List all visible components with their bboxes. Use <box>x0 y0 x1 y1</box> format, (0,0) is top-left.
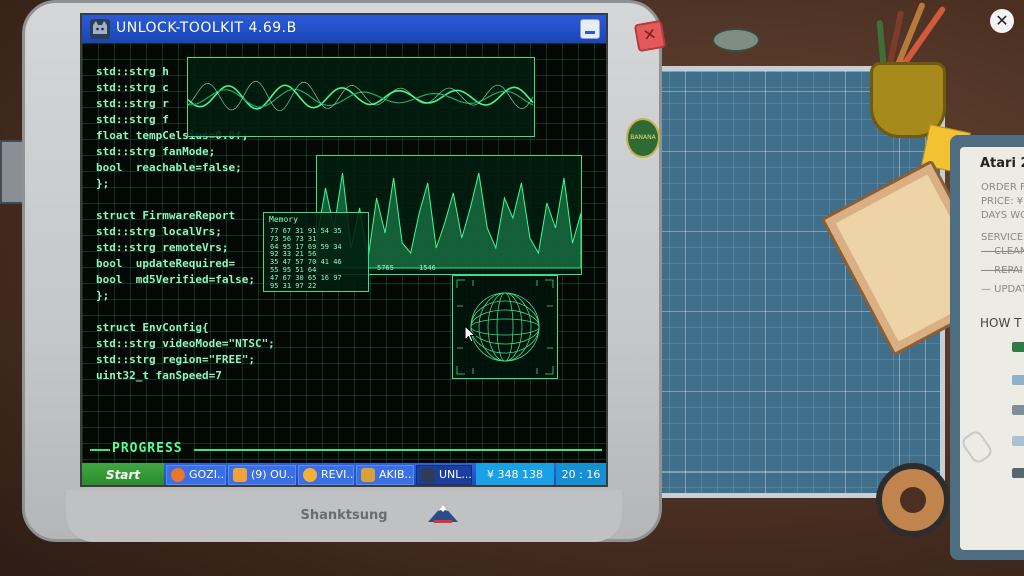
review-icon <box>303 468 317 482</box>
taskbar-item-label: AKIB... <box>379 468 414 481</box>
mouse-cursor-icon <box>464 325 476 343</box>
taskbar-item-akib[interactable]: AKIB... <box>356 465 414 485</box>
minimize-button[interactable] <box>580 19 600 39</box>
part-icon <box>1012 405 1024 415</box>
part-icon <box>1012 342 1024 352</box>
tape-roll <box>876 463 950 537</box>
code-line: uint32_t fanSpeed=7 <box>96 369 222 382</box>
code-line: std::strg h <box>96 65 169 78</box>
code-line: }; <box>96 289 110 302</box>
start-button[interactable]: Start <box>82 463 164 485</box>
taskbar-item-review[interactable]: REVI... <box>298 465 354 485</box>
console-area: std::strg hstd::strg cstd::strg rstd::st… <box>82 43 606 477</box>
mountain-logo-icon <box>428 505 458 523</box>
part-icon <box>1012 375 1024 385</box>
code-line: std::strg videoMode="NTSC"; <box>96 337 275 350</box>
memory-row: 95 31 97 22 <box>270 281 317 290</box>
order-line: SERVICE <box>981 232 1024 243</box>
memory-row: 73 56 73 31 <box>270 234 317 243</box>
graph-axis-label: 5765 <box>377 264 394 272</box>
order-line: DAYS WO <box>981 210 1024 221</box>
window-titlebar[interactable]: UNLOCK-TOOLKIT 4.69.B <box>82 15 606 43</box>
code-line: std::strg remoteVrs; <box>96 241 229 254</box>
memory-panel: Memory 77 67 31 91 54 35 73 56 73 31 64 95… <box>263 212 369 292</box>
order-task: — UPDAT <box>981 284 1024 295</box>
close-icon[interactable]: ✕ <box>990 9 1014 33</box>
part-icon <box>1012 436 1024 446</box>
order-line: ORDER F <box>981 182 1024 193</box>
trophy-icon <box>361 468 375 482</box>
memory-row: 64 95 17 69 59 34 <box>270 242 342 251</box>
code-line: std::strg c <box>96 81 169 94</box>
clock: 20 : 16 <box>556 463 606 485</box>
progress-divider <box>194 449 602 451</box>
monitor-brand: Shanktsung <box>300 508 388 523</box>
money-display: ¥ 348 138 <box>476 463 554 485</box>
code-line: std::strg region="FREE"; <box>96 353 255 366</box>
code-line: bool reachable=false; <box>96 161 242 174</box>
code-line: bool updateRequired= <box>96 257 236 270</box>
part-icon <box>1012 468 1024 478</box>
memory-row: 77 67 31 91 54 35 <box>270 227 342 235</box>
desk-knob <box>712 28 760 52</box>
code-line: }; <box>96 177 110 190</box>
code-line: std::strg r <box>96 97 169 110</box>
taskbar-item-label: UNL... <box>439 468 472 481</box>
code-line: std::strg localVrs; <box>96 225 222 238</box>
code-line: std::strg f <box>96 113 169 126</box>
cat-app-icon <box>421 468 435 482</box>
waveform-graph <box>187 80 534 112</box>
graph-axis-label: 1546 <box>419 264 436 272</box>
taskbar-item-label: GOZI... <box>189 468 226 481</box>
order-task-done: — REPAI <box>981 265 1023 276</box>
window-title: UNLOCK-TOOLKIT 4.69.B <box>116 20 297 36</box>
banana-badge: BANANA <box>626 118 660 158</box>
taskbar-item-label: REVI... <box>321 468 354 481</box>
progress-divider <box>90 449 110 451</box>
progress-label: PROGRESS <box>112 441 183 456</box>
order-howto: HOW T <box>980 316 1022 330</box>
taskbar-item-label: (9) OU... <box>251 468 296 481</box>
memory-row: 92 33 21 56 <box>270 250 317 259</box>
order-task-done: — CLEAN <box>981 246 1024 257</box>
code-line: bool md5Verified=false; <box>96 273 255 286</box>
waveform-panel <box>187 57 535 137</box>
code-line: std::strg fanMode; <box>96 145 216 158</box>
screen: UNLOCK-TOOLKIT 4.69.B std::strg h std::st… <box>80 13 608 487</box>
monitor-close-sticker-icon[interactable]: ✕ <box>633 19 667 53</box>
taskbar-item-browser[interactable]: GOZI... <box>166 465 226 485</box>
taskbar-item-unlock[interactable]: UNL... <box>416 465 472 485</box>
code-line: struct EnvConfig{ <box>96 321 209 334</box>
taskbar: Start GOZI... (9) OU... REVI... AKIB... … <box>82 463 606 485</box>
memory-row: 55 95 51 64 <box>270 266 317 274</box>
memory-label: Memory <box>269 215 298 224</box>
memory-row: 47 67 30 65 16 97 <box>270 273 342 282</box>
mail-icon <box>233 468 247 482</box>
browser-icon <box>171 468 185 482</box>
code-line: struct FirmwareReport <box>96 209 236 222</box>
taskbar-item-mail[interactable]: (9) OU... <box>228 465 296 485</box>
cat-app-icon <box>90 19 110 39</box>
order-card-title: Atari 2 <box>980 156 1024 171</box>
order-line: PRICE: ¥ <box>981 196 1024 207</box>
memory-row: 35 47 57 70 41 46 <box>270 258 342 267</box>
